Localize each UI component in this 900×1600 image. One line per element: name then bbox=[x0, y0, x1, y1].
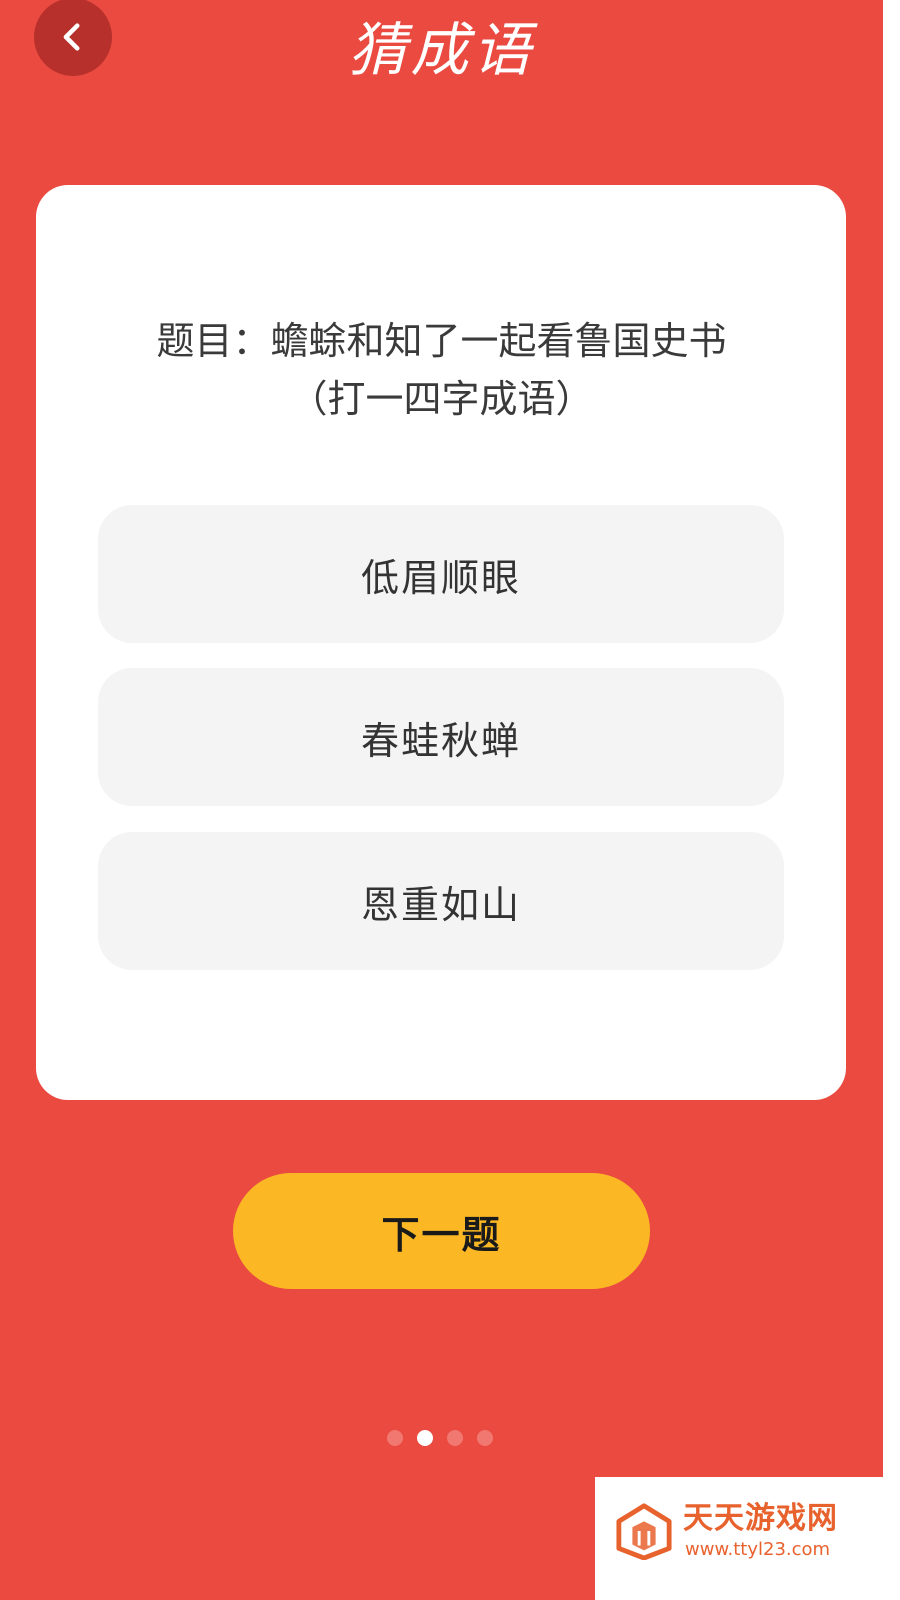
answer-option[interactable]: 恩重如山 bbox=[98, 832, 784, 970]
page-dot bbox=[477, 1430, 493, 1446]
page-dot bbox=[447, 1430, 463, 1446]
answer-option[interactable]: 低眉顺眼 bbox=[98, 505, 784, 643]
page-dot-active bbox=[417, 1430, 433, 1446]
watermark-url: www.ttyl23.com bbox=[685, 1539, 831, 1560]
question-text: 题目：蟾蜍和知了一起看鲁国史书 （打一四字成语） bbox=[0, 312, 883, 428]
page-title: 猜成语 bbox=[348, 16, 535, 84]
watermark-name: 天天游戏网 bbox=[683, 1501, 838, 1536]
page-dot bbox=[387, 1430, 403, 1446]
quiz-screen: 猜成语 题目：蟾蜍和知了一起看鲁国史书 （打一四字成语） 低眉顺眼 春蛙秋蝉 恩… bbox=[0, 0, 883, 1600]
next-question-button[interactable]: 下一题 bbox=[233, 1173, 650, 1289]
pagination-dots bbox=[387, 1430, 493, 1446]
question-hint: （打一四字成语） bbox=[289, 377, 594, 421]
question-line: 题目：蟾蜍和知了一起看鲁国史书 bbox=[156, 319, 727, 363]
answer-option[interactable]: 春蛙秋蝉 bbox=[98, 668, 784, 806]
site-logo-icon bbox=[616, 1503, 672, 1560]
watermark: 天天游戏网 www.ttyl23.com bbox=[595, 1477, 900, 1600]
